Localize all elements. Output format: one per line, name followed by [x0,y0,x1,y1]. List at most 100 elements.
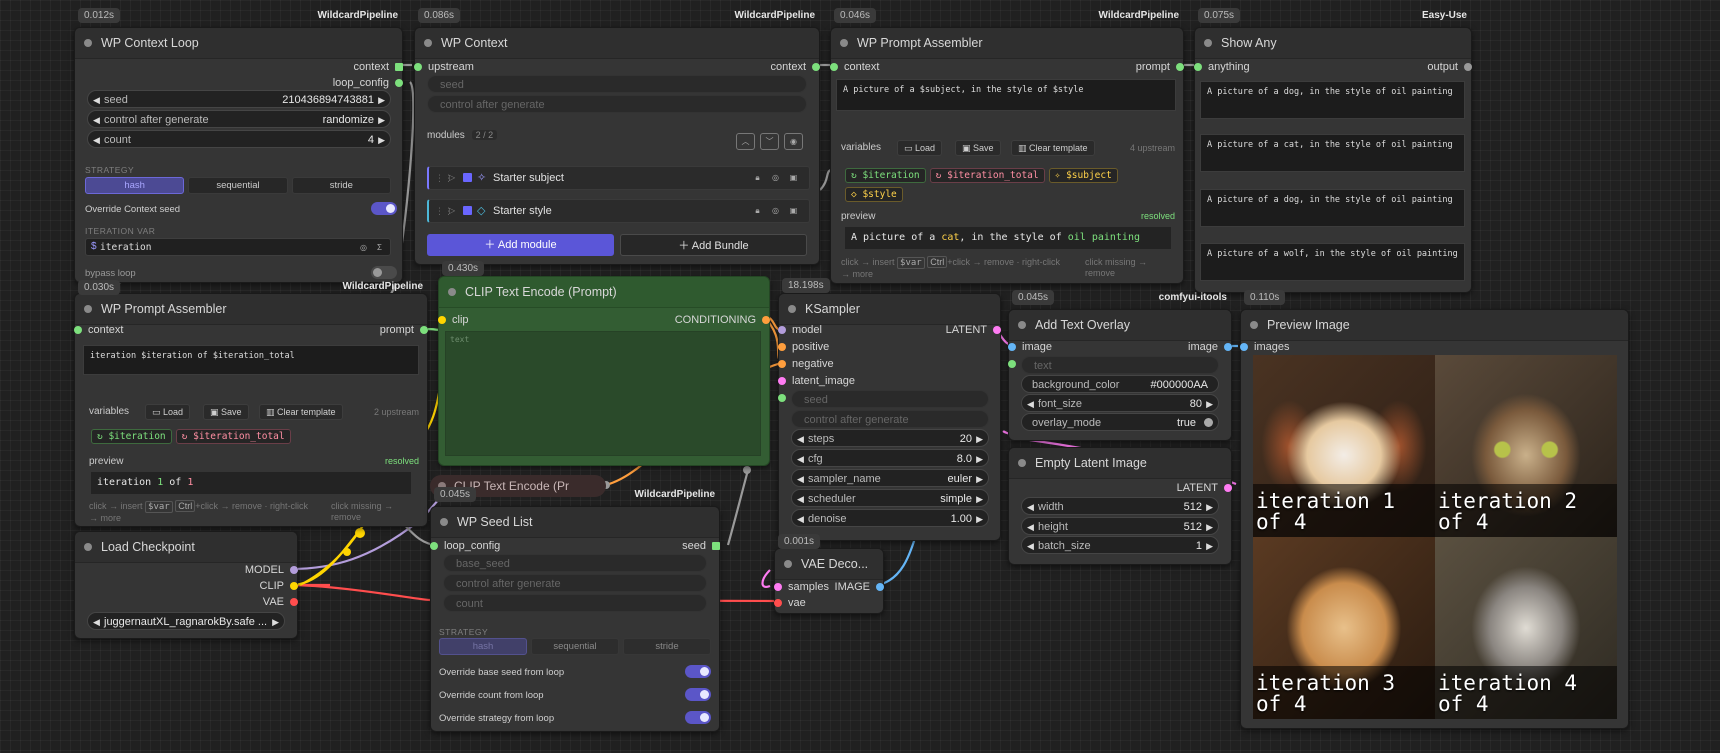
variable-chip[interactable]: ↻ $iteration_total [175,429,291,444]
input-image[interactable]: image [1008,339,1122,355]
increment-arrow-icon[interactable]: ▶ [976,470,983,488]
node-title[interactable]: WP Prompt Assembler [75,294,427,325]
trash-icon[interactable]: ▣ [787,204,800,217]
seed-widget[interactable]: seed [427,75,807,93]
output-clip[interactable]: CLIP [184,578,298,594]
output-prompt[interactable]: prompt [1050,59,1184,75]
sampler-name-widget[interactable]: ◀ sampler_name euler ▶ [791,469,989,487]
expand-triangle-icon[interactable]: ▷ [449,200,455,222]
scheduler-widget[interactable]: ◀ scheduler simple ▶ [791,489,989,507]
clear-template-button[interactable]: ▥ Clear template [259,404,343,420]
ckpt-name-widget[interactable]: ◀ juggernautXL_ragnarokBy.safe ... ▶ [87,612,285,630]
empty-latent-image-node[interactable]: Empty Latent Image LATENT ◀ width 512 ▶ ◀ he… [1008,447,1232,565]
trash-icon[interactable]: ▣ [787,171,800,184]
node-title[interactable]: Add Text Overlay [1009,310,1231,341]
text-input-port[interactable] [1008,360,1016,368]
decrement-arrow-icon[interactable]: ◀ [797,450,804,468]
bypass-loop-toggle[interactable] [371,266,397,279]
strategy-hash[interactable]: hash [85,177,185,194]
add-module-button[interactable]: ＋ Add module [427,234,614,256]
increment-arrow-icon[interactable]: ▶ [1206,537,1213,555]
control-after-generate-widget[interactable]: control after generate [791,410,989,428]
seed-input-port[interactable] [778,394,786,402]
globe-icon[interactable]: ◎ [769,171,782,184]
strategy-sequential[interactable]: sequential [188,177,288,194]
decrement-arrow-icon[interactable]: ◀ [1027,537,1034,555]
decrement-arrow-icon[interactable]: ◀ [797,490,804,508]
collapse-dot-icon[interactable] [840,39,848,47]
width-widget[interactable]: ◀ width 512 ▶ [1021,497,1219,515]
steps-widget[interactable]: ◀ steps 20 ▶ [791,429,989,447]
decrement-arrow-icon[interactable]: ◀ [1027,395,1034,413]
output-text[interactable]: A picture of a dog, in the style of oil … [1200,189,1465,227]
collapse-dot-icon[interactable] [1018,321,1026,329]
collapse-dot-icon[interactable] [1204,39,1212,47]
template-textarea[interactable]: iteration $iteration of $iteration_total [83,345,419,375]
collapse-dot-icon[interactable] [84,39,92,47]
variable-chip[interactable]: ↻ $iteration_total [929,168,1045,183]
output-context[interactable]: context [666,59,820,75]
collapse-dot-icon[interactable] [440,518,448,526]
lock-icon[interactable]: 🔒︎ [751,204,764,217]
decrement-arrow-icon[interactable]: ◀ [1027,498,1034,516]
count-widget[interactable]: count [443,594,707,612]
node-title[interactable]: VAE Deco... [775,549,883,580]
output-output[interactable]: output [1338,59,1472,75]
wp-prompt-assembler-node[interactable]: 0.030s WildcardPipeline WP Prompt Assemb… [74,280,428,527]
input-latent-image[interactable]: latent_image [778,373,902,389]
decrement-arrow-icon[interactable]: ◀ [93,613,100,631]
control-after-generate-widget[interactable]: control after generate [443,574,707,592]
add-text-overlay-node[interactable]: 0.045s comfyui-itools Add Text Overlay i… [1008,290,1232,441]
increment-arrow-icon[interactable]: ▶ [272,613,279,631]
variable-chip[interactable]: ↻ $iteration [91,429,172,444]
input-anything[interactable]: anything [1194,59,1328,75]
output-context[interactable]: context [269,59,403,75]
wp-prompt-assembler-node[interactable]: 0.046s WildcardPipeline WP Prompt Assemb… [830,8,1184,284]
grid-port-icon[interactable] [712,542,720,550]
eye-icon[interactable]: ◉ [784,133,803,150]
increment-arrow-icon[interactable]: ▶ [976,450,983,468]
output-latent[interactable]: LATENT [877,322,1001,338]
control-after-generate-widget[interactable]: ◀ control after generate randomize ▶ [87,110,391,128]
decrement-arrow-icon[interactable]: ◀ [797,430,804,448]
override-base-seed-toggle[interactable] [685,665,711,678]
output-image[interactable]: image [1118,339,1232,355]
preview-image-cat[interactable]: iteration 2 of 4 [1435,355,1617,537]
input-loop-config[interactable]: loop_config [430,538,564,554]
sigma-icon[interactable]: Σ [373,241,386,254]
cfg-widget[interactable]: ◀ cfg 8.0 ▶ [791,449,989,467]
image-grid[interactable]: iteration 1 of 4 iteration 2 of 4 iterat… [1253,355,1617,719]
output-prompt[interactable]: prompt [294,322,428,338]
prompt-textarea[interactable]: text [445,331,761,456]
add-bundle-button[interactable]: ＋ Add Bundle [620,234,807,256]
module-color-swatch[interactable] [463,173,472,182]
node-title[interactable]: Show Any [1195,28,1471,59]
node-title[interactable]: Empty Latent Image [1009,448,1231,479]
output-text[interactable]: A picture of a wolf, in the style of oil… [1200,243,1465,281]
control-after-generate-widget[interactable]: control after generate [427,95,807,113]
output-model[interactable]: MODEL [184,562,298,578]
decrement-arrow-icon[interactable]: ◀ [93,111,100,129]
preview-image-node[interactable]: 0.110s Preview Image images iteration 1 … [1240,290,1629,729]
node-title[interactable]: WP Prompt Assembler [831,28,1183,59]
toggle-knob-icon[interactable] [1204,418,1213,427]
node-title[interactable]: WP Context [415,28,819,59]
input-context[interactable]: context [830,59,964,75]
decrement-arrow-icon[interactable]: ◀ [797,470,804,488]
decrement-arrow-icon[interactable]: ◀ [93,131,100,149]
increment-arrow-icon[interactable]: ▶ [378,131,385,149]
grid-port-icon[interactable] [395,63,403,71]
decrement-arrow-icon[interactable]: ◀ [1027,518,1034,536]
variable-chip[interactable]: ◇ $style [845,187,903,202]
count-widget[interactable]: ◀ count 4 ▶ [87,130,391,148]
load-checkpoint-node[interactable]: Load Checkpoint MODEL CLIP VAE ◀ juggerna… [74,531,298,639]
show-any-node[interactable]: 0.075s Easy-Use Show Any anything output… [1194,8,1472,293]
increment-arrow-icon[interactable]: ▶ [1206,395,1213,413]
module-row[interactable]: ⋮⋮ ▷ ◇ Starter style 🔒︎ ◎ ▣ [427,199,810,223]
collapse-dot-icon[interactable] [784,560,792,568]
output-seed[interactable]: seed [586,538,720,554]
node-title[interactable]: KSampler [779,294,1000,325]
output-loop-config[interactable]: loop_config [249,75,403,91]
override-strategy-toggle[interactable] [685,711,711,724]
vae-decode-node[interactable]: 0.001s VAE Deco... samples IMAGE vae [774,534,884,614]
